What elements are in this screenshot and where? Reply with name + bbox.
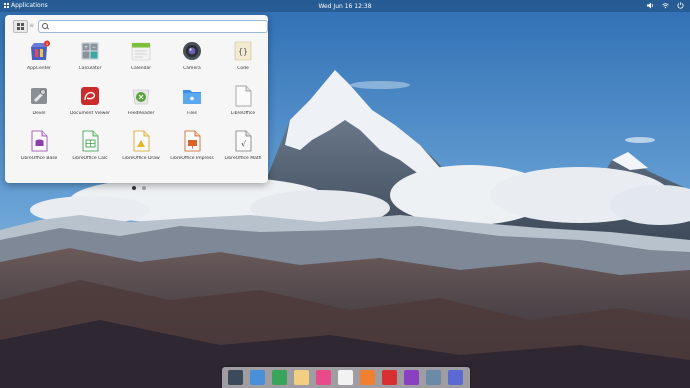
app-label: Document Viewer (69, 111, 111, 116)
videos-icon[interactable] (382, 370, 397, 385)
app-label: Calendar (130, 66, 152, 71)
applications-launcher: ≡ 1 AppCenter + − Calculator Calendar Ca… (5, 15, 268, 190)
app-code[interactable]: {} Code (218, 40, 268, 76)
app-label: Files (187, 111, 197, 116)
tasks-icon[interactable] (316, 370, 331, 385)
app-calendar[interactable]: Calendar (116, 40, 166, 76)
svg-text:√: √ (241, 140, 247, 149)
app-label: Code (237, 66, 249, 71)
photos-icon[interactable] (404, 370, 419, 385)
libreoffice-base-icon (31, 130, 48, 152)
calculator-icon: + − (81, 42, 99, 60)
search-icon (42, 23, 48, 29)
date-time-indicator[interactable]: Wed Jun 16 12:38 (0, 3, 690, 10)
libreoffice-impress-icon (184, 130, 201, 152)
appcenter-icon[interactable] (448, 370, 463, 385)
volume-icon[interactable] (647, 2, 654, 9)
app-libreoffice-math[interactable]: √ LibreOffice Math (218, 130, 268, 166)
calendar-icon (131, 42, 151, 61)
app-label: Calculator (78, 66, 102, 71)
grid-view-toggle[interactable] (13, 20, 28, 33)
app-libreoffice-draw[interactable]: LibreOffice Draw (116, 130, 166, 166)
app-label: Camera (183, 66, 201, 71)
multitasking-view-icon[interactable] (228, 370, 243, 385)
app-camera[interactable]: Camera (167, 40, 217, 76)
libreoffice-icon (235, 85, 252, 107)
app-files[interactable]: Files (167, 85, 217, 121)
app-label: LibreOffice Math (224, 156, 262, 161)
system-settings-icon[interactable] (426, 370, 441, 385)
dock (222, 367, 470, 388)
svg-text:−: − (92, 45, 96, 51)
app-libreoffice-base[interactable]: LibreOffice Base (14, 130, 64, 166)
app-label: LibreOffice Base (20, 156, 58, 161)
search-input[interactable] (50, 21, 260, 32)
libreoffice-draw-icon (133, 130, 150, 152)
libreoffice-calc-icon (82, 130, 99, 152)
app-calculator[interactable]: + − Calculator (65, 40, 115, 76)
app-feedreader[interactable]: FeedReader (116, 85, 166, 121)
web-browser-icon[interactable] (272, 370, 287, 385)
app-libreoffice[interactable]: LibreOffice (218, 85, 268, 121)
app-label: LibreOffice Draw (122, 156, 160, 161)
devel-icon (31, 88, 47, 104)
svg-text:{}: {} (238, 47, 248, 56)
feedreader-icon (132, 89, 150, 105)
files-icon[interactable] (250, 370, 265, 385)
svg-text:+: + (84, 45, 88, 51)
appcenter-icon: 1 (31, 40, 50, 60)
calendar-icon[interactable] (338, 370, 353, 385)
app-document-viewer[interactable]: Document Viewer (65, 85, 115, 121)
app-appcenter[interactable]: 1 AppCenter (14, 40, 64, 76)
libreoffice-math-icon: √ (235, 130, 252, 152)
indicator-area (647, 2, 684, 9)
camera-icon (183, 42, 201, 60)
power-icon[interactable] (677, 2, 684, 9)
top-panel: Applications Wed Jun 16 12:38 (0, 0, 690, 12)
app-label: AppCenter (27, 66, 51, 71)
mail-icon[interactable] (294, 370, 309, 385)
page-dot-2[interactable] (142, 186, 146, 190)
search-field[interactable] (38, 20, 268, 33)
app-label: LibreOffice Calc (72, 156, 108, 161)
app-label: FeedReader (127, 111, 155, 116)
files-icon (183, 90, 201, 104)
app-libreoffice-impress[interactable]: LibreOffice Impress (167, 130, 217, 166)
network-icon[interactable] (662, 2, 669, 9)
category-view-toggle[interactable]: ≡ (28, 21, 35, 30)
app-label: Devel (32, 111, 46, 116)
app-devel[interactable]: Devel (14, 85, 64, 121)
page-indicator (132, 186, 146, 190)
app-label: LibreOffice Impress (170, 156, 214, 161)
document-viewer-icon (81, 87, 99, 105)
music-icon[interactable] (360, 370, 375, 385)
page-dot-1[interactable] (132, 186, 136, 190)
app-libreoffice-calc[interactable]: LibreOffice Calc (65, 130, 115, 166)
app-label: LibreOffice (230, 111, 256, 116)
code-icon: {} (234, 41, 252, 61)
